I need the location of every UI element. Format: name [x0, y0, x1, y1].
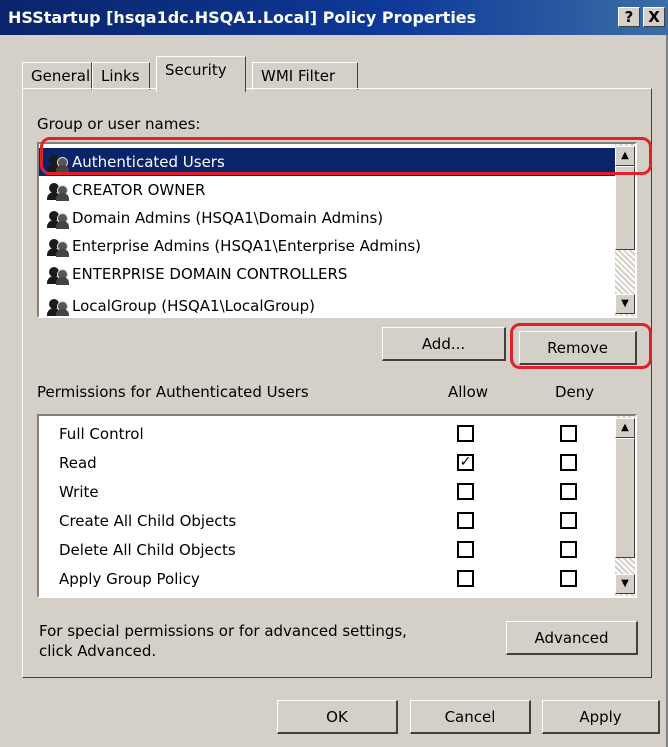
- ok-button[interactable]: OK: [277, 700, 398, 734]
- group-icon: [47, 181, 69, 201]
- permission-row-full-control: Full Control: [39, 420, 615, 448]
- allow-column-header: Allow: [448, 383, 489, 401]
- group-icon: [47, 237, 69, 257]
- annotation-highlight-authenticated-users: [40, 137, 652, 175]
- title-bar: HSStartup [hsqa1dc.HSQA1.Local] Policy P…: [0, 0, 668, 35]
- permission-name: Apply Group Policy: [59, 570, 200, 588]
- user-item-domain-admins[interactable]: Domain Admins (HSQA1\Domain Admins): [39, 204, 383, 232]
- user-item-enterprise-domain-controllers[interactable]: ENTERPRISE DOMAIN CONTROLLERS: [39, 260, 347, 288]
- user-item-label: CREATOR OWNER: [72, 181, 206, 199]
- deny-checkbox[interactable]: [560, 541, 577, 558]
- permissions-label: Permissions for Authenticated Users: [37, 383, 309, 401]
- annotation-highlight-remove-button: [510, 323, 652, 369]
- scroll-down-arrow-icon[interactable]: ▼: [615, 294, 635, 314]
- security-panel: Group or user names: Authenticated Users…: [22, 88, 652, 678]
- permission-name: Full Control: [59, 425, 144, 443]
- user-item-enterprise-admins[interactable]: Enterprise Admins (HSQA1\Enterprise Admi…: [39, 232, 421, 260]
- deny-column-header: Deny: [555, 383, 595, 401]
- advanced-help-text-line1: For special permissions or for advanced …: [39, 622, 407, 640]
- window-title: HSStartup [hsqa1dc.HSQA1.Local] Policy P…: [8, 8, 477, 27]
- close-button[interactable]: X: [643, 7, 665, 27]
- permissions-scrollbar[interactable]: ▲ ▼: [615, 416, 635, 596]
- allow-checkbox-checked[interactable]: ✓: [457, 454, 474, 471]
- cancel-button[interactable]: Cancel: [410, 700, 531, 734]
- permission-row-create-all-child-objects: Create All Child Objects: [39, 507, 615, 535]
- tab-general[interactable]: General: [22, 62, 92, 90]
- scroll-up-arrow-icon[interactable]: ▲: [615, 418, 635, 438]
- user-item-label: Domain Admins (HSQA1\Domain Admins): [72, 209, 384, 227]
- permission-name: Read: [59, 454, 97, 472]
- permission-name: Create All Child Objects: [59, 512, 237, 530]
- deny-checkbox[interactable]: [560, 454, 577, 471]
- permission-row-write: Write: [39, 478, 615, 506]
- allow-checkbox[interactable]: [457, 541, 474, 558]
- user-item-label: LocalGroup (HSQA1\LocalGroup): [72, 297, 316, 315]
- permission-row-apply-group-policy: Apply Group Policy: [39, 565, 615, 593]
- tab-links[interactable]: Links: [92, 62, 150, 90]
- deny-checkbox[interactable]: [560, 425, 577, 442]
- allow-checkbox[interactable]: [457, 483, 474, 500]
- deny-checkbox[interactable]: [560, 512, 577, 529]
- group-icon: [47, 209, 69, 229]
- deny-checkbox[interactable]: [560, 570, 577, 587]
- scroll-thumb[interactable]: [615, 438, 635, 558]
- permission-row-read: Read ✓: [39, 449, 615, 477]
- scroll-thumb[interactable]: [615, 166, 635, 250]
- advanced-button[interactable]: Advanced: [506, 621, 638, 655]
- allow-checkbox[interactable]: [457, 512, 474, 529]
- allow-checkbox[interactable]: [457, 425, 474, 442]
- permissions-list: Full Control Read ✓ Write Create All Chi…: [37, 414, 637, 598]
- apply-button[interactable]: Apply: [542, 700, 660, 734]
- permission-row-delete-all-child-objects: Delete All Child Objects: [39, 536, 615, 564]
- policy-properties-dialog: HSStartup [hsqa1dc.HSQA1.Local] Policy P…: [0, 0, 668, 747]
- tab-wmi-filter[interactable]: WMI Filter: [252, 62, 358, 90]
- permission-name: Write: [59, 483, 99, 501]
- add-button[interactable]: Add...: [382, 327, 506, 361]
- scroll-down-arrow-icon[interactable]: ▼: [615, 574, 635, 594]
- advanced-help-text-line2: click Advanced.: [39, 642, 157, 660]
- group-or-user-names-label: Group or user names:: [37, 115, 201, 133]
- user-item-creator-owner[interactable]: CREATOR OWNER: [39, 176, 205, 204]
- user-item-label: Enterprise Admins (HSQA1\Enterprise Admi…: [72, 237, 422, 255]
- group-icon: [47, 297, 69, 316]
- group-icon: [47, 265, 69, 285]
- permission-name: Delete All Child Objects: [59, 541, 236, 559]
- deny-checkbox[interactable]: [560, 483, 577, 500]
- user-item-label: ENTERPRISE DOMAIN CONTROLLERS: [72, 265, 348, 283]
- user-item-localgroup[interactable]: LocalGroup (HSQA1\LocalGroup): [39, 292, 316, 316]
- allow-checkbox[interactable]: [457, 570, 474, 587]
- help-button[interactable]: ?: [618, 7, 640, 27]
- tab-security[interactable]: Security: [156, 56, 246, 92]
